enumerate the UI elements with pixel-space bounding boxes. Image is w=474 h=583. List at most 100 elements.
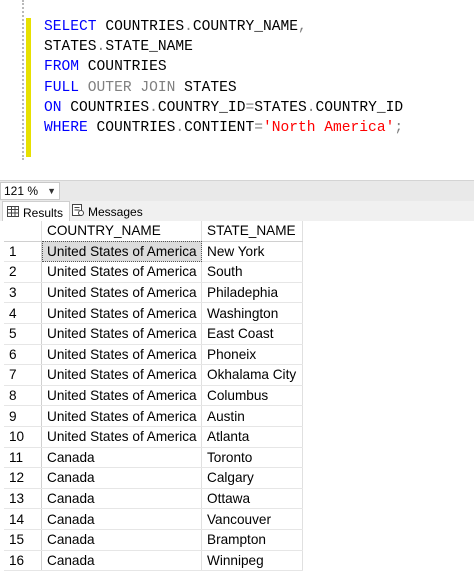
cell-state-name[interactable]: Toronto bbox=[201, 447, 303, 469]
cell-state-name[interactable]: Vancouver bbox=[201, 508, 303, 530]
code-token: COUNTRY_ID bbox=[157, 99, 246, 116]
cell-state-name[interactable]: Ottawa bbox=[201, 488, 303, 510]
code-line[interactable]: WHERE COUNTRIES.CONTIENT='North America'… bbox=[44, 118, 403, 138]
chevron-down-icon[interactable]: ▼ bbox=[47, 183, 56, 199]
cell-state-name[interactable]: Atlanta bbox=[201, 426, 303, 448]
messages-icon bbox=[72, 202, 84, 222]
code-line[interactable]: SELECT COUNTRIES.COUNTRY_NAME, bbox=[44, 17, 403, 37]
cell-state-name[interactable]: Calgary bbox=[201, 467, 303, 489]
cell-state-name[interactable]: Brampton bbox=[201, 529, 303, 551]
zoom-dropdown[interactable]: 121 % ▼ bbox=[0, 182, 60, 200]
table-row[interactable]: 16 Canada Winnipeg bbox=[4, 550, 303, 572]
row-number[interactable]: 16 bbox=[4, 550, 42, 572]
row-number[interactable]: 10 bbox=[4, 426, 42, 448]
cell-state-name[interactable]: Okhalama City bbox=[201, 364, 303, 386]
row-number[interactable]: 9 bbox=[4, 405, 42, 427]
cell-country-name[interactable]: United States of America bbox=[41, 261, 202, 283]
table-row[interactable]: 10 United States of America Atlanta bbox=[4, 426, 303, 448]
sql-code[interactable]: SELECT COUNTRIES.COUNTRY_NAME, STATES.STA… bbox=[44, 17, 403, 138]
tab-messages[interactable]: Messages bbox=[68, 201, 152, 221]
row-number[interactable]: 14 bbox=[4, 508, 42, 530]
cell-state-name[interactable]: New York bbox=[201, 241, 303, 263]
code-token: . bbox=[96, 39, 106, 56]
code-token: 'North America' bbox=[262, 119, 395, 136]
cell-state-name[interactable]: Austin bbox=[201, 405, 303, 427]
table-row[interactable]: 7 United States of America Okhalama City bbox=[4, 364, 303, 386]
cell-state-name[interactable]: Philadephia bbox=[201, 282, 303, 304]
cell-country-name[interactable]: Canada bbox=[41, 550, 202, 572]
code-token: OUTER JOIN bbox=[87, 79, 185, 96]
row-number[interactable]: 7 bbox=[4, 364, 42, 386]
cell-country-name[interactable]: Canada bbox=[41, 447, 202, 469]
row-number[interactable]: 13 bbox=[4, 488, 42, 510]
code-line[interactable]: ON COUNTRIES.COUNTRY_ID=STATES.COUNTRY_I… bbox=[44, 98, 403, 118]
table-row[interactable]: 2 United States of America South bbox=[4, 261, 303, 283]
code-token: COUNTRY_NAME bbox=[192, 19, 298, 35]
code-line[interactable]: STATES.STATE_NAME bbox=[44, 37, 403, 57]
cell-country-name[interactable]: United States of America bbox=[41, 282, 202, 304]
row-number[interactable]: 12 bbox=[4, 467, 42, 489]
grid-icon bbox=[7, 203, 19, 223]
table-row[interactable]: 13 Canada Ottawa bbox=[4, 488, 303, 510]
table-row[interactable]: 12 Canada Calgary bbox=[4, 467, 303, 489]
table-row[interactable]: 3 United States of America Philadephia bbox=[4, 282, 303, 304]
cell-country-name[interactable]: Canada bbox=[41, 467, 202, 489]
cell-state-name[interactable]: Columbus bbox=[201, 385, 303, 407]
change-tracking-bar bbox=[26, 18, 31, 157]
table-row[interactable]: 15 Canada Brampton bbox=[4, 529, 303, 551]
cell-country-name[interactable]: United States of America bbox=[41, 323, 202, 345]
row-number[interactable]: 2 bbox=[4, 261, 42, 283]
query-editor[interactable]: SELECT COUNTRIES.COUNTRY_NAME, STATES.STA… bbox=[0, 0, 474, 172]
tab-results-label: Results bbox=[23, 205, 64, 220]
table-row[interactable]: 11 Canada Toronto bbox=[4, 447, 303, 469]
code-token: CONTIENT bbox=[184, 119, 255, 136]
row-number[interactable]: 11 bbox=[4, 447, 42, 469]
cell-country-name[interactable]: United States of America bbox=[41, 302, 202, 324]
results-table[interactable]: COUNTRY_NAME STATE_NAME 1 United States o… bbox=[4, 221, 303, 572]
code-token: COUNTRIES bbox=[96, 119, 176, 136]
code-token: STATES bbox=[184, 79, 237, 96]
column-header-state-name[interactable]: STATE_NAME bbox=[201, 221, 303, 242]
tab-messages-label: Messages bbox=[88, 204, 143, 219]
table-row[interactable]: 5 United States of America East Coast bbox=[4, 323, 303, 345]
row-number[interactable]: 15 bbox=[4, 529, 42, 551]
column-header-country-name[interactable]: COUNTRY_NAME bbox=[41, 221, 202, 242]
zoom-value: 121 % bbox=[4, 184, 39, 198]
results-tabs: Results Messages bbox=[0, 201, 474, 222]
row-number[interactable]: 3 bbox=[4, 282, 42, 304]
code-line[interactable]: FULL OUTER JOIN STATES bbox=[44, 78, 403, 98]
cell-country-name[interactable]: United States of America bbox=[41, 426, 202, 448]
row-number[interactable]: 6 bbox=[4, 344, 42, 366]
editor-status-strip: 121 % ▼ bbox=[0, 180, 474, 201]
table-row[interactable]: 8 United States of America Columbus bbox=[4, 385, 303, 407]
cell-country-name[interactable]: United States of America bbox=[41, 344, 202, 366]
results-grid[interactable]: COUNTRY_NAME STATE_NAME 1 United States o… bbox=[0, 221, 474, 583]
tab-results[interactable]: Results bbox=[2, 201, 70, 222]
cell-country-name[interactable]: United States of America bbox=[41, 385, 202, 407]
table-row[interactable]: 4 United States of America Washington bbox=[4, 302, 303, 324]
cell-country-name[interactable]: Canada bbox=[41, 529, 202, 551]
cell-country-name[interactable]: Canada bbox=[41, 508, 202, 530]
code-token: . bbox=[184, 19, 193, 35]
row-number[interactable]: 4 bbox=[4, 302, 42, 324]
cell-state-name[interactable]: South bbox=[201, 261, 303, 283]
table-row[interactable]: 14 Canada Vancouver bbox=[4, 508, 303, 530]
cell-country-name[interactable]: Canada bbox=[41, 488, 202, 510]
table-row[interactable]: 1 United States of America New York bbox=[4, 241, 303, 263]
code-token: SELECT bbox=[44, 19, 106, 35]
code-token: . bbox=[175, 119, 185, 136]
cell-state-name[interactable]: Washington bbox=[201, 302, 303, 324]
cell-country-name[interactable]: United States of America bbox=[41, 241, 202, 263]
row-number-header[interactable] bbox=[4, 221, 42, 242]
table-row[interactable]: 6 United States of America Phoneix bbox=[4, 344, 303, 366]
cell-state-name[interactable]: East Coast bbox=[201, 323, 303, 345]
cell-state-name[interactable]: Winnipeg bbox=[201, 550, 303, 572]
row-number[interactable]: 5 bbox=[4, 323, 42, 345]
cell-country-name[interactable]: United States of America bbox=[41, 364, 202, 386]
row-number[interactable]: 1 bbox=[4, 241, 42, 263]
code-line[interactable]: FROM COUNTRIES bbox=[44, 57, 403, 77]
cell-state-name[interactable]: Phoneix bbox=[201, 344, 303, 366]
row-number[interactable]: 8 bbox=[4, 385, 42, 407]
table-row[interactable]: 9 United States of America Austin bbox=[4, 405, 303, 427]
cell-country-name[interactable]: United States of America bbox=[41, 405, 202, 427]
